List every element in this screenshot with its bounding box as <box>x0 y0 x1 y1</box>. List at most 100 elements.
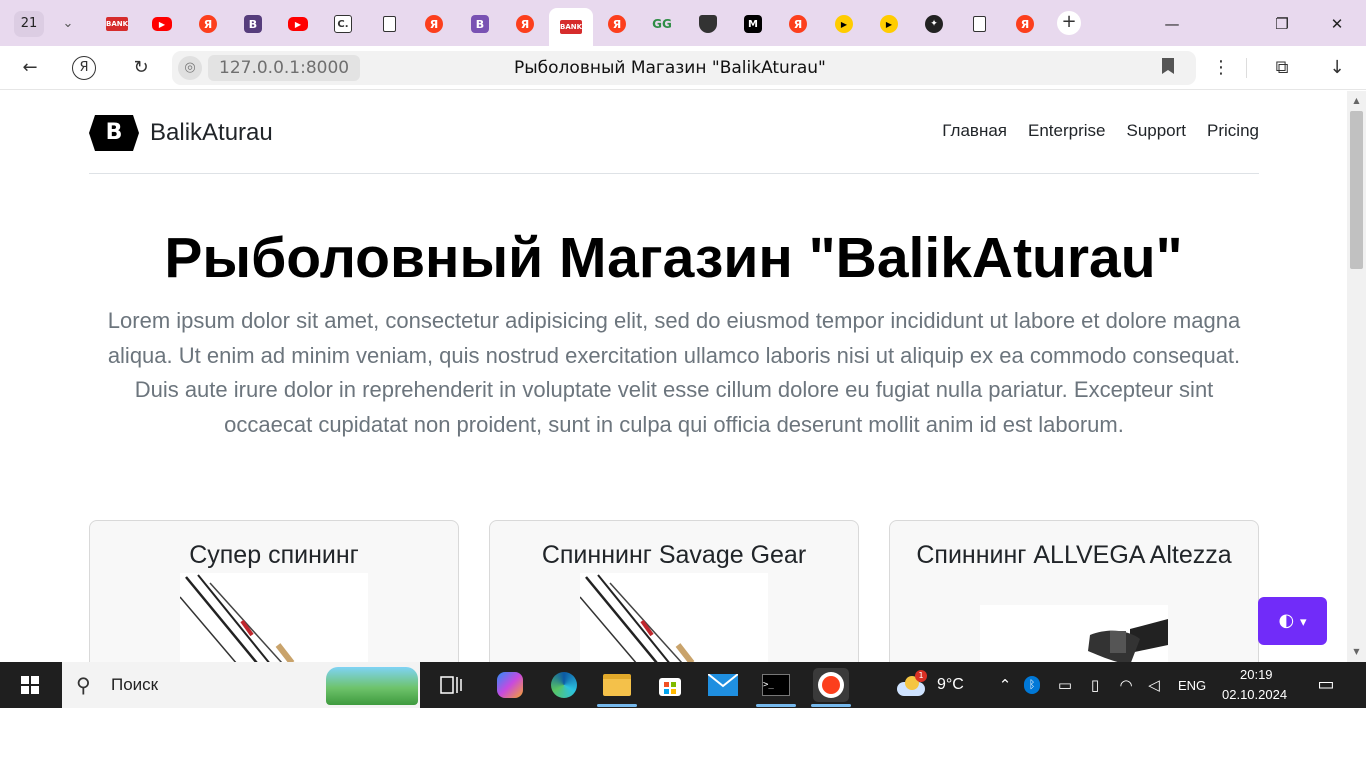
camera-icon[interactable]: ▭ <box>1055 676 1075 694</box>
store-icon[interactable] <box>655 670 685 700</box>
contrast-icon: ◐ <box>1278 610 1295 631</box>
bluetooth-icon[interactable]: ᛒ <box>1024 676 1044 694</box>
wifi-icon[interactable]: ◠ <box>1116 676 1136 694</box>
product-card[interactable]: Супер спининг <box>89 520 459 662</box>
back-button[interactable]: ← <box>16 54 44 82</box>
c-icon: C. <box>334 15 352 33</box>
browser-tab[interactable]: Я <box>412 8 456 40</box>
edge-icon[interactable] <box>549 670 579 700</box>
nav-link-support[interactable]: Support <box>1126 121 1186 141</box>
product-title: Супер спининг <box>189 541 359 569</box>
browser-tab[interactable]: B <box>458 8 502 40</box>
nav-link-pricing[interactable]: Pricing <box>1207 121 1259 141</box>
chevron-up-icon[interactable]: ⌃ <box>995 676 1015 694</box>
notifications-icon[interactable]: ▭ <box>1316 674 1336 695</box>
clock-time[interactable]: 20:19 <box>1240 667 1273 682</box>
ai-icon: ✦ <box>925 15 943 33</box>
product-card[interactable]: Спиннинг Savage Gear <box>489 520 859 662</box>
yandex-home-icon[interactable]: Я <box>72 56 96 80</box>
bootstrap-icon: B <box>244 15 262 33</box>
download-icon[interactable]: ↓ <box>1323 54 1351 82</box>
running-indicator <box>756 704 796 707</box>
yandex-icon: Я <box>1016 15 1034 33</box>
volume-muted-icon[interactable]: ◁ <box>1144 676 1164 694</box>
scroll-down-icon[interactable]: ▼ <box>1347 644 1366 660</box>
extensions-icon[interactable]: ⧉ <box>1268 54 1296 82</box>
browser-tab[interactable] <box>957 8 1001 40</box>
fishing-rod-image <box>579 573 768 662</box>
browser-menu-button[interactable]: ⋮ <box>1207 54 1235 82</box>
file-explorer-icon[interactable] <box>602 670 632 700</box>
scrollbar-thumb[interactable] <box>1350 111 1363 269</box>
browser-tab[interactable]: B <box>231 8 275 40</box>
address-bar[interactable]: ◎ 127.0.0.1:8000 Рыболовный Магазин "Bal… <box>172 51 1196 85</box>
page-scrollbar[interactable]: ▲ ▼ <box>1347 91 1366 662</box>
yandex-browser-icon[interactable] <box>813 668 849 702</box>
shield-icon <box>699 15 717 33</box>
yandex-icon: Я <box>199 15 217 33</box>
language-indicator[interactable]: ENG <box>1178 678 1206 693</box>
browser-tab-active[interactable]: BANK <box>549 8 593 46</box>
copilot-icon[interactable] <box>495 670 525 700</box>
site-info-icon[interactable]: ◎ <box>178 56 202 80</box>
mail-icon[interactable] <box>708 670 738 700</box>
theme-toggle-button[interactable]: ◐ ▾ <box>1258 597 1327 645</box>
taskbar-search[interactable]: ⚲ Поиск <box>62 662 420 708</box>
bookmark-icon[interactable] <box>1158 57 1178 79</box>
browser-tab[interactable]: C. <box>321 8 365 40</box>
hero-title: Рыболовный Магазин "BalikAturau" <box>164 226 1183 290</box>
reload-button[interactable]: ↻ <box>127 54 155 82</box>
browser-tab[interactable]: Я <box>1003 8 1047 40</box>
browser-tab[interactable] <box>367 8 411 40</box>
scroll-up-icon[interactable]: ▲ <box>1347 93 1366 109</box>
browser-tab-strip: 21 ⌄ BANK ▶ Я B ▶ C. Я B Я BANK Я GG M Я… <box>0 0 1366 46</box>
bootstrap-icon: B <box>471 15 489 33</box>
nav-link-home[interactable]: Главная <box>942 121 1007 141</box>
browser-tab[interactable]: ▶ <box>276 8 320 40</box>
browser-tab[interactable]: GG <box>640 8 684 40</box>
browser-tab[interactable]: ✦ <box>912 8 956 40</box>
task-view-icon[interactable] <box>436 670 466 700</box>
brand-link[interactable]: B BalikAturau <box>89 113 273 153</box>
fishing-reel-image <box>980 605 1168 662</box>
product-title: Спиннинг ALLVEGA Altezza <box>916 541 1232 569</box>
weather-temperature[interactable]: 9°C <box>937 676 964 694</box>
fishing-rod-image <box>179 573 368 662</box>
product-card[interactable]: Спиннинг ALLVEGA Altezza <box>889 520 1259 662</box>
blank-area <box>0 708 1366 768</box>
windows-start-icon[interactable] <box>8 670 52 700</box>
browser-tab[interactable]: Я <box>776 8 820 40</box>
screen: 21 ⌄ BANK ▶ Я B ▶ C. Я B Я BANK Я GG M Я… <box>0 0 1366 768</box>
browser-tab[interactable]: ▶ <box>822 8 866 40</box>
clock-date[interactable]: 02.10.2024 <box>1222 687 1287 702</box>
weather-badge: 1 <box>915 670 927 682</box>
running-indicator <box>811 704 851 707</box>
weather-icon[interactable]: 1 <box>897 670 927 698</box>
windows-taskbar: ⚲ Поиск >_ 1 9°C ⌃ ᛒ ▭ ▯ ◠ ◁ ENG 20:19 0… <box>0 662 1366 708</box>
browser-tab[interactable]: Я <box>595 8 639 40</box>
restore-button[interactable]: ❐ <box>1262 10 1302 38</box>
browser-tab[interactable] <box>686 8 730 40</box>
battery-icon[interactable]: ▯ <box>1085 676 1105 694</box>
browser-tab[interactable]: Я <box>186 8 230 40</box>
nav-link-enterprise[interactable]: Enterprise <box>1028 121 1105 141</box>
minimize-button[interactable]: — <box>1152 10 1192 38</box>
terminal-icon[interactable]: >_ <box>761 670 791 700</box>
document-icon <box>972 16 986 32</box>
tab-list-dropdown[interactable]: ⌄ <box>56 11 80 37</box>
browser-tab[interactable]: BANK <box>95 8 139 40</box>
new-tab-button[interactable]: + <box>1057 11 1081 35</box>
browser-tab[interactable]: ▶ <box>140 8 184 40</box>
browser-toolbar: ← Я ↻ ◎ 127.0.0.1:8000 Рыболовный Магази… <box>0 46 1366 90</box>
site-nav: Главная Enterprise Support Pricing <box>942 121 1259 141</box>
youtube-icon: ▶ <box>152 17 172 31</box>
url-text[interactable]: 127.0.0.1:8000 <box>208 55 361 81</box>
browser-tab[interactable]: ▶ <box>867 8 911 40</box>
red-banner-icon: BANK <box>106 17 128 31</box>
browser-tab[interactable]: M <box>731 8 775 40</box>
page-title-text: Рыболовный Магазин "BalikAturau" <box>514 58 826 78</box>
browser-tab[interactable]: Я <box>503 8 547 40</box>
close-window-button[interactable]: ✕ <box>1317 10 1357 38</box>
running-indicator <box>597 704 637 707</box>
tab-counter[interactable]: 21 <box>14 11 44 37</box>
